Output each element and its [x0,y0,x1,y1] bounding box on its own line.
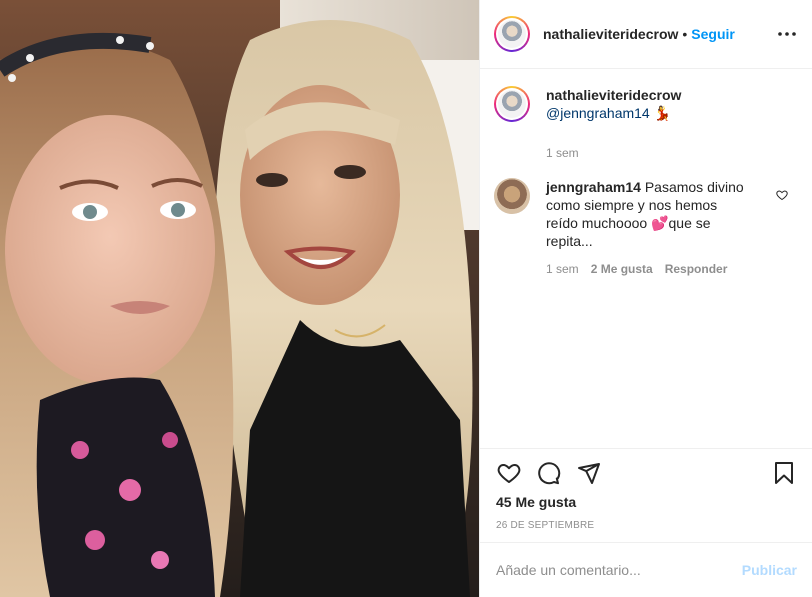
header-separator: • [682,26,688,42]
more-horizontal-icon[interactable] [775,22,799,46]
send-icon[interactable] [576,460,602,486]
post-actions [480,448,812,496]
post-photo[interactable] [0,0,479,597]
comment-icon[interactable] [536,460,562,486]
comment-item: jenngraham14 Pasamos divino como siempre… [494,178,804,276]
reply-button[interactable]: Responder [665,262,728,276]
bookmark-icon[interactable] [771,460,797,486]
heart-icon[interactable] [496,460,522,486]
caption-avatar[interactable] [494,86,530,122]
likes-count[interactable]: 45 Me gusta [496,494,576,510]
caption-mention[interactable]: @jenngraham14 [546,105,650,121]
comment-time[interactable]: 1 sem [546,262,579,276]
author-username[interactable]: nathalieviteridecrow [543,26,678,42]
comment-input[interactable] [496,562,742,578]
follow-button[interactable]: Seguir [691,26,735,42]
caption-username[interactable]: nathalieviteridecrow [546,87,681,103]
photo-illustration [0,0,479,597]
post-sidebar: nathalieviteridecrow • Seguir nathalievi… [479,0,812,597]
publish-button[interactable]: Publicar [742,562,797,578]
post-header: nathalieviteridecrow • Seguir [480,0,812,69]
commenter-avatar[interactable] [494,178,530,214]
dancer-emoji-icon: 💃 [653,105,672,121]
caption-time[interactable]: 1 sem [546,146,804,160]
comment-text: jenngraham14 Pasamos divino como siempre… [546,178,746,250]
post-caption: nathalieviteridecrow @jenngraham14 💃 1 s… [494,86,804,160]
comment-like-heart-icon[interactable] [776,188,790,202]
hearts-emoji-icon: 💕 [651,215,669,231]
add-comment-bar: Publicar [480,542,812,597]
comment-meta: 1 sem 2 Me gusta Responder [546,262,804,276]
post-date[interactable]: 26 DE SEPTIEMBRE [496,520,594,531]
caption-text: nathalieviteridecrow @jenngraham14 💃 [546,86,681,122]
author-avatar[interactable] [494,16,530,52]
comment-likes[interactable]: 2 Me gusta [591,262,653,276]
comment-username[interactable]: jenngraham14 [546,179,641,195]
